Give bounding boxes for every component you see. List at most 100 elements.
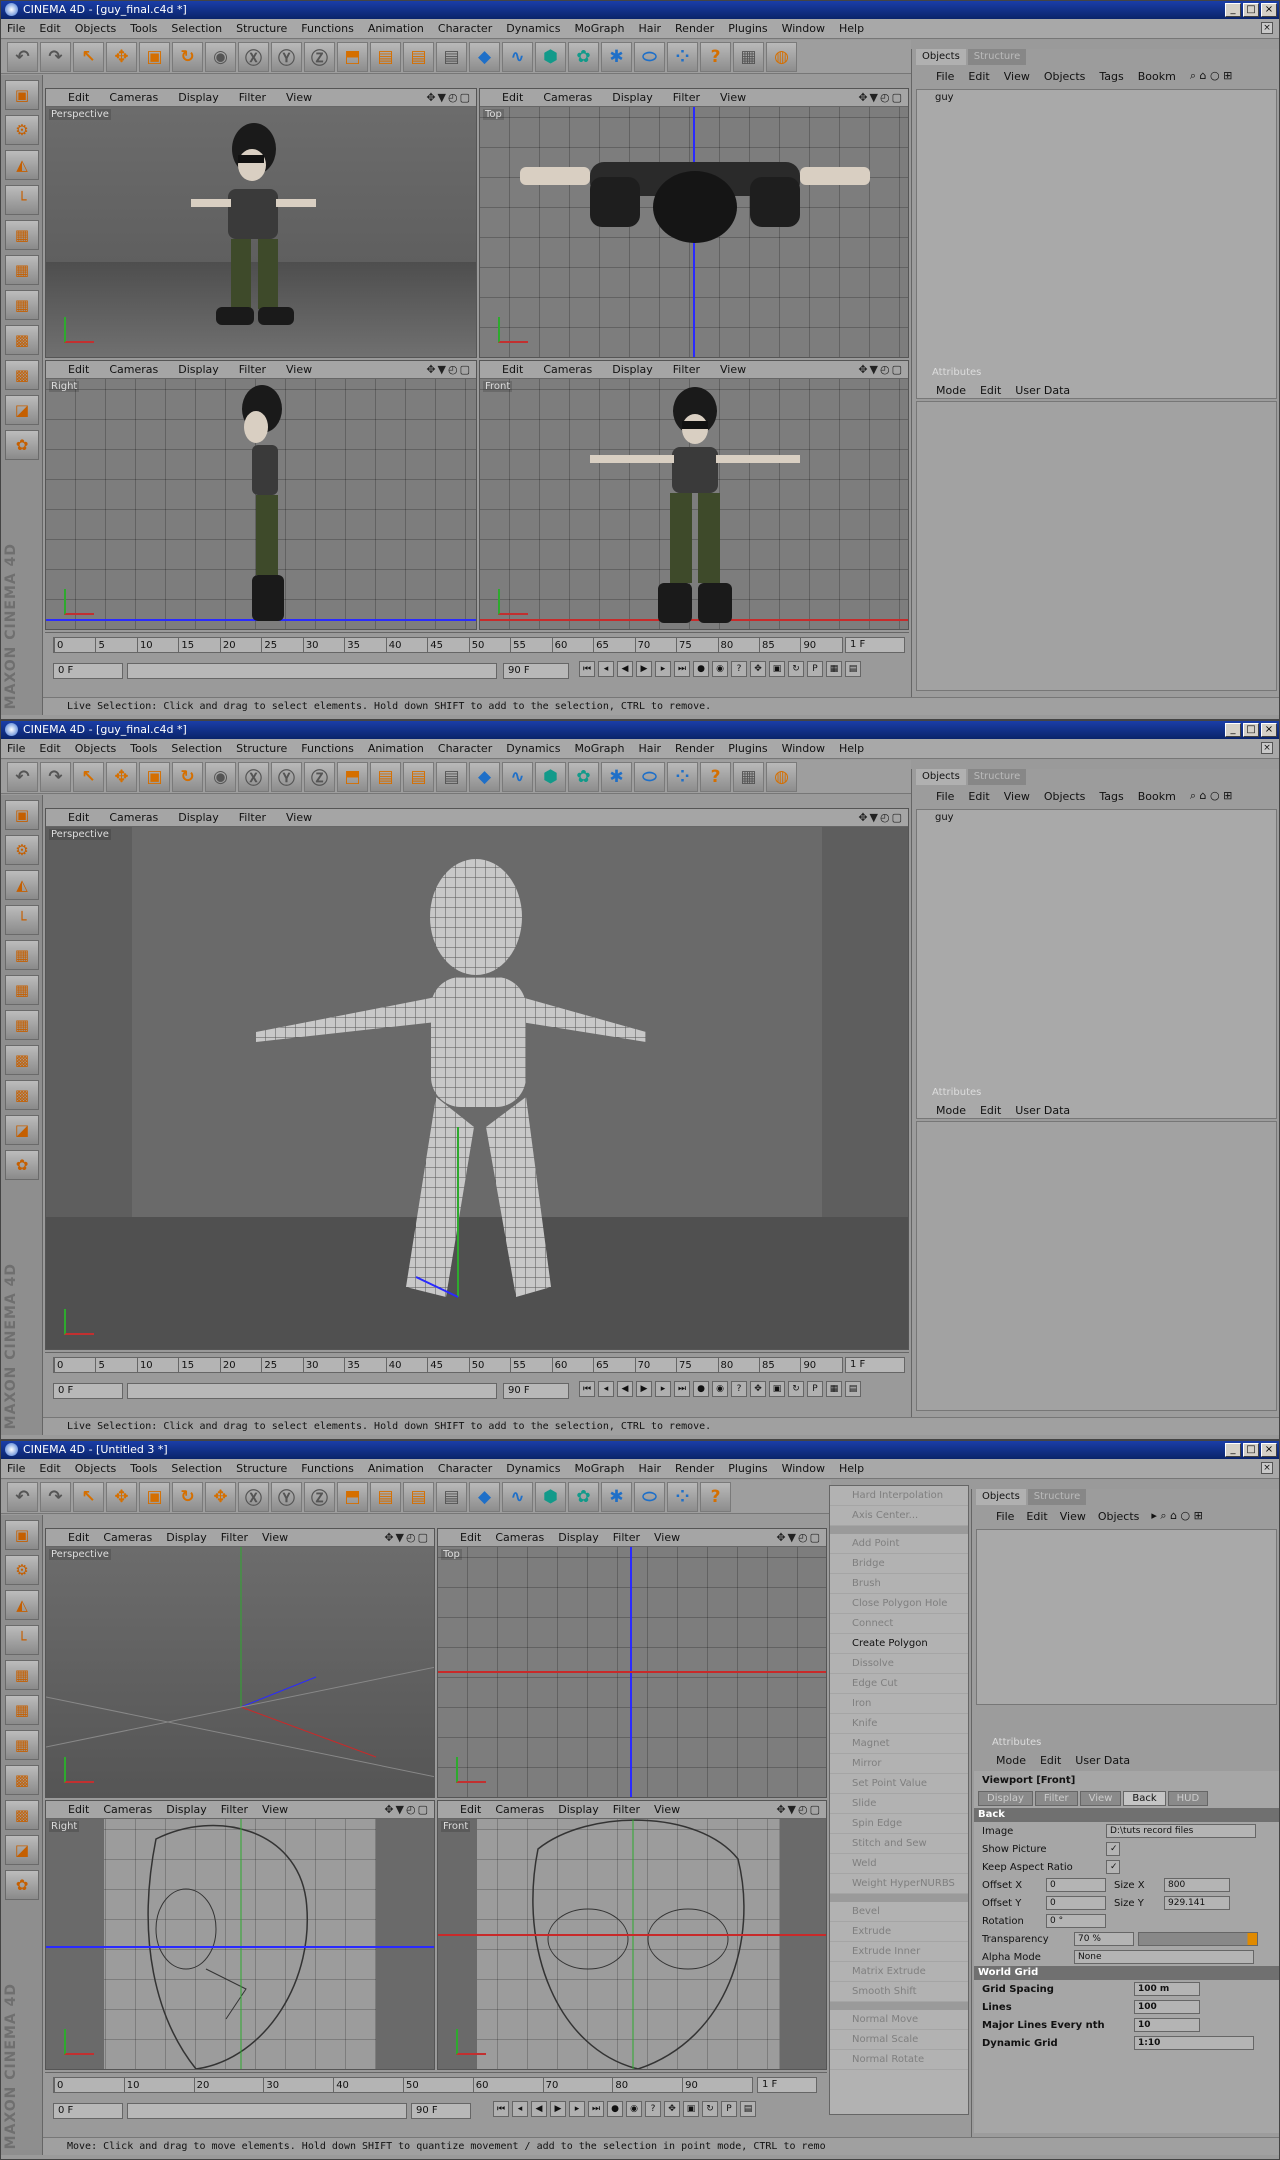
x-axis-icon[interactable]: Ⓧ [238,1481,269,1512]
y-axis-icon[interactable]: Ⓨ [271,1481,302,1512]
go-start-icon[interactable]: ⏮ [579,1381,595,1397]
vp-menu-filter[interactable]: Filter [221,1803,248,1816]
menu-file[interactable]: File [7,1462,25,1475]
timeline-ruler[interactable]: 0 5 10 15 20 25 30 35 40 45 50 55 60 65 70 75 80 85 90 [53,1357,843,1373]
rot-key-icon[interactable]: ↻ [702,2101,718,2117]
current-frame-field[interactable]: 1 F [757,2077,817,2093]
vp-menu-view[interactable]: View [720,91,746,104]
scale-icon[interactable]: ▣ [139,761,170,792]
vp-menu-display[interactable]: Display [166,1531,207,1544]
doc-close-icon[interactable]: × [1261,742,1273,754]
x-axis-icon[interactable]: Ⓧ [238,41,269,72]
vp-menu-filter[interactable]: Filter [673,363,700,376]
transparency-slider[interactable] [1138,1932,1258,1946]
viewport-nav-icons[interactable]: ✥▼◴▢ [858,811,904,824]
live-selection-icon[interactable]: ↖ [73,41,104,72]
menu-render[interactable]: Render [675,22,714,35]
menu-hair[interactable]: Hair [638,1462,661,1475]
offset-y-field[interactable]: 0 [1046,1896,1106,1910]
play-icon[interactable]: ▶ [636,1381,652,1397]
vp-menu-view[interactable]: View [654,1531,680,1544]
om-objects[interactable]: Objects [1098,1510,1140,1523]
timeline-settings-icon[interactable]: ▤ [845,1381,861,1397]
menu-dynamics[interactable]: Dynamics [506,742,560,755]
vp-menu-edit[interactable]: Edit [68,811,89,824]
menu-hair[interactable]: Hair [638,22,661,35]
scene-icon[interactable]: ⬭ [634,1481,665,1512]
context-menu-item[interactable]: Extrude [830,1922,968,1942]
spline-icon[interactable]: ∿ [502,41,533,72]
viewport-nav-icons[interactable]: ✥▼◴▢ [776,1803,822,1816]
start-frame-field[interactable]: 0 F [53,2103,123,2119]
polygons-mode-icon[interactable]: ▦ [5,1010,39,1040]
cube-icon[interactable]: ◆ [469,761,500,792]
sculpt-icon[interactable]: ✿ [5,430,39,460]
coord-system-icon[interactable]: ⬒ [337,761,368,792]
context-menu-item[interactable]: Spin Edge [830,1814,968,1834]
context-menu-item[interactable]: Set Point Value [830,1774,968,1794]
pos-key-icon[interactable]: ✥ [664,2101,680,2117]
context-menu-item[interactable]: Matrix Extrude [830,1962,968,1982]
cinema4d-logo-icon[interactable]: ◍ [766,41,797,72]
menu-character[interactable]: Character [438,742,492,755]
close-button[interactable]: × [1261,1443,1277,1457]
prev-key-icon[interactable]: ◂ [598,661,614,677]
rotation-field[interactable]: 0 ° [1046,1914,1106,1928]
sculpt-icon[interactable]: ✿ [5,1870,39,1900]
menu-render[interactable]: Render [675,742,714,755]
points-mode-icon[interactable]: ▦ [5,940,39,970]
vp-menu-cameras[interactable]: Cameras [495,1803,544,1816]
viewport-nav-icons[interactable]: ✥▼◴▢ [858,363,904,376]
undo-icon[interactable]: ↶ [7,761,38,792]
vp-menu-cameras[interactable]: Cameras [103,1803,152,1816]
animation-mode-icon[interactable]: ▩ [5,1045,39,1075]
attr-mode[interactable]: Mode [996,1754,1026,1767]
menu-structure[interactable]: Structure [236,1462,287,1475]
minimize-button[interactable]: _ [1225,3,1241,17]
context-menu-item[interactable]: Bevel [830,1902,968,1922]
vp-menu-view[interactable]: View [262,1531,288,1544]
vp-menu-edit[interactable]: Edit [68,1531,89,1544]
current-frame-field[interactable]: 1 F [845,1357,905,1373]
autokey-icon[interactable]: ◉ [712,661,728,677]
pla-key-icon[interactable]: ▦ [826,661,842,677]
model-mode-icon[interactable]: ▣ [5,800,39,830]
play-back-icon[interactable]: ◀ [531,2101,547,2117]
rot-key-icon[interactable]: ↻ [788,661,804,677]
object-row-guy[interactable]: guy [917,810,1276,826]
next-key-icon[interactable]: ▸ [655,661,671,677]
help-icon[interactable]: ? [700,761,731,792]
menu-objects[interactable]: Objects [75,1462,117,1475]
vp-menu-cameras[interactable]: Cameras [109,91,158,104]
vp-menu-display[interactable]: Display [178,91,219,104]
om-view[interactable]: View [1004,790,1030,803]
search-icon[interactable]: ⌕ ⌂ ○ ⊞ [1190,69,1232,83]
layout-icon[interactable]: ▦ [733,41,764,72]
move-active-icon[interactable]: ✥ [205,1481,236,1512]
search-icon[interactable]: ▸ ⌕ ⌂ ○ ⊞ [1151,1509,1202,1523]
pos-key-icon[interactable]: ✥ [750,1381,766,1397]
close-button[interactable]: × [1261,723,1277,737]
vp-menu-edit[interactable]: Edit [68,1803,89,1816]
object-mode-icon[interactable]: ◭ [5,870,39,900]
go-start-icon[interactable]: ⏮ [493,2101,509,2117]
timeline-settings-icon[interactable]: ▤ [740,2101,756,2117]
context-menu-item[interactable]: Weight HyperNURBS [830,1874,968,1894]
render-settings-icon[interactable]: ▤ [436,41,467,72]
cinema4d-logo-icon[interactable]: ◍ [766,761,797,792]
points-mode-icon[interactable]: ▦ [5,220,39,250]
start-frame-field[interactable]: 0 F [53,1383,123,1399]
menu-character[interactable]: Character [438,22,492,35]
vp-menu-cameras[interactable]: Cameras [103,1531,152,1544]
context-menu-item[interactable]: Mirror [830,1754,968,1774]
vp-menu-filter[interactable]: Filter [673,91,700,104]
menu-edit[interactable]: Edit [39,742,60,755]
z-axis-icon[interactable]: Ⓩ [304,761,335,792]
array-icon[interactable]: ✿ [568,41,599,72]
axis-mode-icon[interactable]: └ [5,905,39,935]
vp-menu-edit[interactable]: Edit [502,363,523,376]
scale-key-icon[interactable]: ▣ [769,1381,785,1397]
tab-hud[interactable]: HUD [1167,1791,1209,1806]
vp-menu-filter[interactable]: Filter [613,1531,640,1544]
menu-functions[interactable]: Functions [301,1462,354,1475]
